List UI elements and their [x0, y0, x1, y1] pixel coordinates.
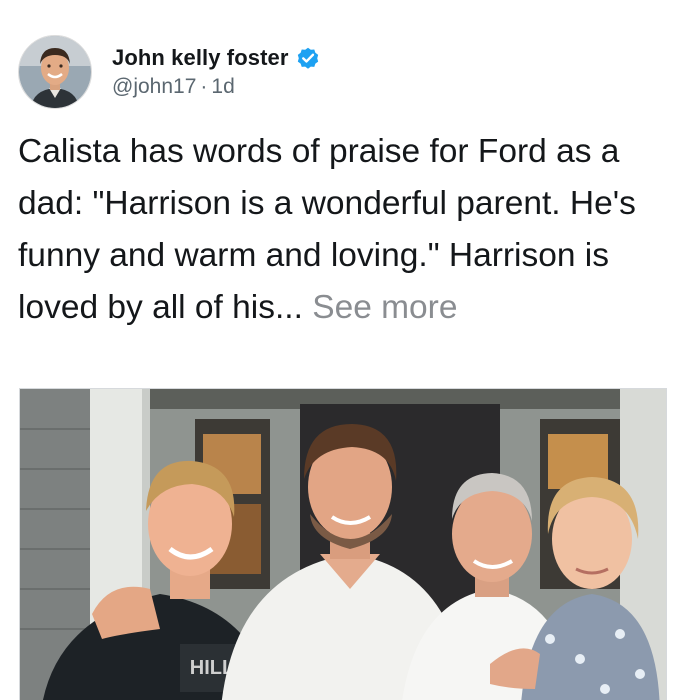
meta-separator: ·: [200, 75, 208, 98]
see-more-link[interactable]: See more: [312, 289, 457, 326]
post-timestamp[interactable]: 1d: [211, 75, 234, 98]
verified-check-icon: [295, 45, 321, 71]
author-info: John kelly foster @john17 · 1d: [112, 45, 321, 99]
post-header: John kelly foster @john17 · 1d: [18, 30, 321, 114]
author-handle[interactable]: @john17: [112, 75, 196, 98]
avatar[interactable]: [18, 35, 92, 109]
author-name[interactable]: John kelly foster: [112, 45, 289, 71]
post-card: John kelly foster @john17 · 1d Calista has…: [0, 0, 700, 700]
post-meta: @john17 · 1d: [112, 75, 321, 99]
post-photo[interactable]: HILL: [19, 388, 667, 700]
post-text: Calista has words of praise for Ford as …: [18, 126, 690, 334]
author-row: John kelly foster: [112, 45, 321, 71]
